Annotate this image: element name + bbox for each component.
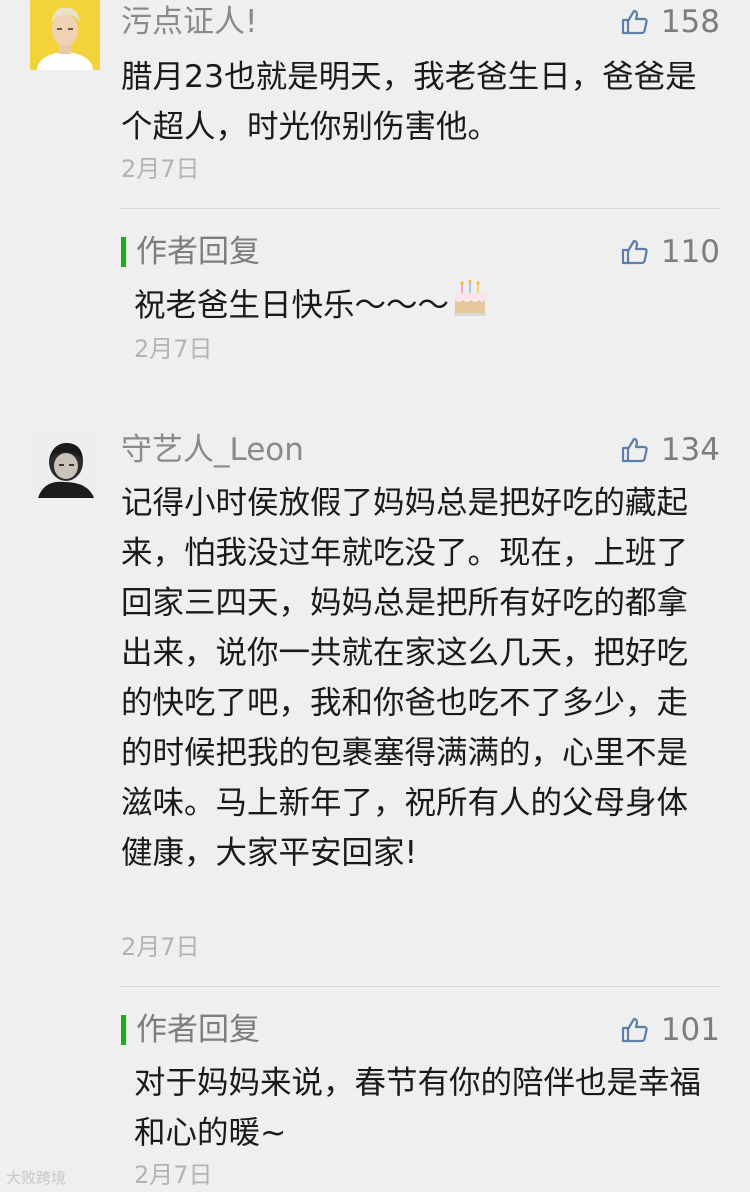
avatar[interactable] <box>30 428 100 498</box>
comment-date: 2月7日 <box>121 155 200 183</box>
comment-text: 记得小时侯放假了妈妈总是把好吃的藏起来，怕我没过年就吃没了。现在，上班了回家三四… <box>121 485 689 871</box>
reply-accent-bar <box>121 237 126 267</box>
like-count: 101 <box>660 1012 720 1048</box>
like-button[interactable]: 101 <box>621 1010 720 1050</box>
reply-text-content: 祝老爸生日快乐～～～ <box>134 287 450 324</box>
comment-nickname: 守艺人_Leon <box>121 432 304 468</box>
avatar[interactable] <box>30 0 100 70</box>
reply-accent-bar <box>121 1015 126 1045</box>
thumbs-up-icon <box>621 436 649 464</box>
thumbs-up-icon <box>621 238 649 266</box>
like-button[interactable]: 158 <box>621 2 720 42</box>
thumbs-up-icon <box>621 1016 649 1044</box>
like-count: 110 <box>660 234 720 270</box>
reply-label-text: 作者回复 <box>136 234 260 270</box>
reply-date: 2月7日 <box>134 335 213 363</box>
thumbs-up-icon <box>621 8 649 36</box>
like-count: 134 <box>660 432 720 468</box>
reply-text: 祝老爸生日快乐～～～ <box>134 279 724 333</box>
comment-nickname: 污点证人! <box>121 4 258 40</box>
reply-label-text: 作者回复 <box>136 1012 260 1048</box>
divider <box>121 986 720 987</box>
comment-text: 腊月23也就是明天，我老爸生日，爸爸是个超人，时光你别伤害他。 <box>121 59 697 145</box>
watermark: 大败跨境 <box>6 1169 67 1187</box>
like-button[interactable]: 110 <box>621 232 720 272</box>
reply-date: 2月7日 <box>134 1161 213 1189</box>
like-button[interactable]: 134 <box>621 430 720 470</box>
reply-text: 对于妈妈来说，春节有你的陪伴也是幸福和心的暖~ <box>134 1065 702 1151</box>
birthday-cake-icon <box>451 279 489 333</box>
author-reply-label: 作者回复 <box>121 1010 260 1050</box>
author-reply-label: 作者回复 <box>121 232 260 272</box>
comment-date: 2月7日 <box>121 933 200 961</box>
divider <box>121 208 720 209</box>
like-count: 158 <box>660 4 720 40</box>
